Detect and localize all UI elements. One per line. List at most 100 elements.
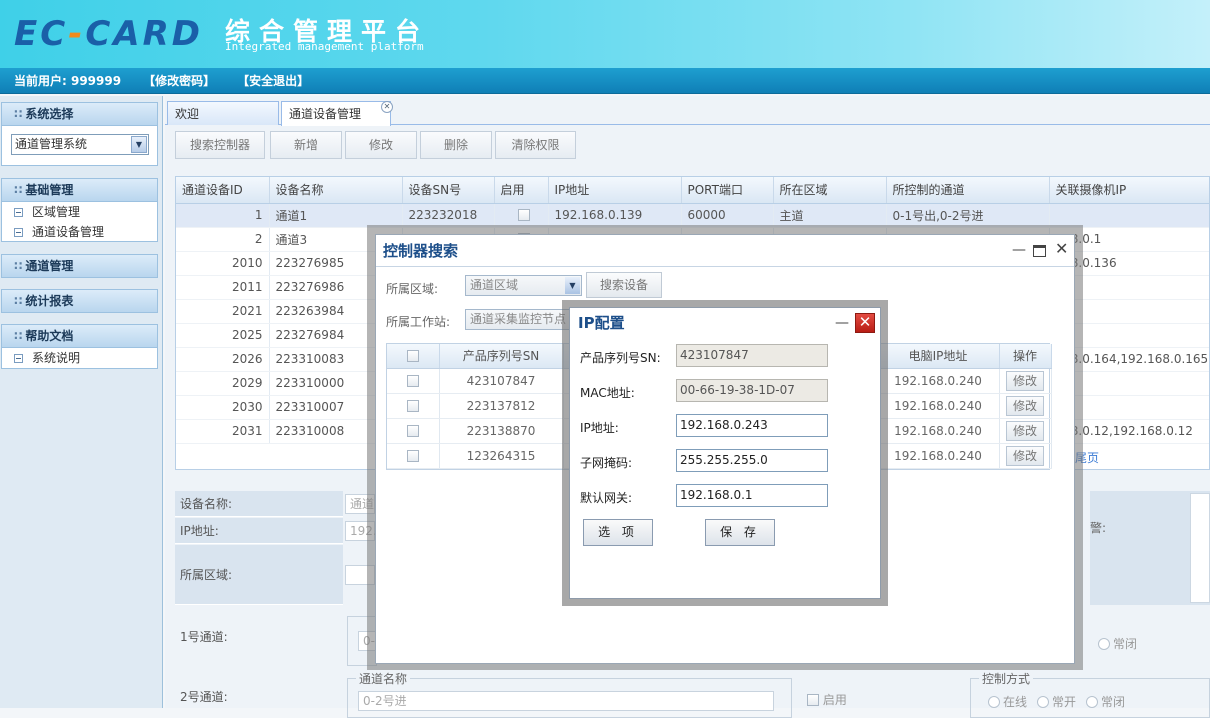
dialog-title: IP配置 xyxy=(578,314,625,332)
table-cell: 2031 xyxy=(176,419,270,444)
dialog-title: 控制器搜索 xyxy=(376,235,1074,267)
edit-row-button[interactable]: 修改 xyxy=(1006,370,1044,391)
change-password-link[interactable]: 【修改密码】 xyxy=(143,68,215,93)
clear-permissions-button[interactable]: 清除权限 xyxy=(495,131,576,159)
sn-label: 产品序列号SN: xyxy=(580,351,661,365)
tab-welcome[interactable]: 欢迎 xyxy=(167,101,279,125)
add-button[interactable]: 新增 xyxy=(270,131,342,159)
options-button[interactable]: 选 项 xyxy=(583,519,653,546)
table-cell: 2026 xyxy=(176,347,270,372)
sn-cell: 423107847 xyxy=(439,368,564,394)
sidebar-item-system-doc[interactable]: 系统说明 xyxy=(2,348,157,368)
sidebar-section-channel[interactable]: 通道管理 xyxy=(1,254,158,278)
gateway-label: 默认网关: xyxy=(580,491,633,505)
sn-cell: 223138870 xyxy=(439,418,564,444)
ip-label: IP地址: xyxy=(580,421,619,435)
pc-ip-cell: 192.168.0.240 xyxy=(877,443,1000,469)
search-controller-button[interactable]: 搜索控制器 xyxy=(175,131,265,159)
radio-normal-closed[interactable] xyxy=(1086,696,1099,708)
right-field-label: 警: xyxy=(1090,521,1107,535)
column-header[interactable]: 关联摄像机IP xyxy=(1049,177,1209,204)
table-row[interactable]: 1 通道1 223232018 192.168.0.139 60000 主道 0-1号出,0… xyxy=(176,203,1209,228)
sidebar-item-channel-device[interactable]: 通道设备管理 xyxy=(2,222,157,242)
ip-label: IP地址: xyxy=(175,518,343,544)
enable-checkbox[interactable] xyxy=(518,209,530,221)
ec-card-logo: EC-CARD xyxy=(14,14,203,54)
sn-cell: 223137812 xyxy=(439,393,564,419)
chevron-down-icon[interactable]: ▼ xyxy=(565,277,580,294)
current-user: 当前用户: 999999 xyxy=(14,74,122,88)
pc-ip-cell: 192.168.0.240 xyxy=(877,368,1000,394)
close-tab-icon[interactable]: ✕ xyxy=(381,101,393,113)
edit-row-button[interactable]: 修改 xyxy=(1006,420,1044,441)
column-header[interactable]: 启用 xyxy=(494,177,549,204)
select-all-checkbox[interactable] xyxy=(406,349,419,362)
column-header[interactable]: 所控制的通道 xyxy=(886,177,1050,204)
sidebar-section-help[interactable]: 帮助文档 xyxy=(1,324,158,348)
enable-checkbox[interactable]: 启用 xyxy=(807,691,847,708)
column-header[interactable]: 设备名称 xyxy=(269,177,403,204)
row-checkbox[interactable] xyxy=(406,374,419,387)
radio-online[interactable] xyxy=(988,696,1000,708)
mac-label: MAC地址: xyxy=(580,386,635,400)
table-cell: 0-1号出,0-2号进 xyxy=(886,203,1050,228)
table-cell: 192.168.0.139 xyxy=(548,203,682,228)
table-cell: 2029 xyxy=(176,371,270,396)
sidebar-help-list: 系统说明 xyxy=(1,348,158,369)
table-cell: 223232018 xyxy=(402,203,495,228)
tab-channel-device[interactable]: 通道设备管理 ✕ xyxy=(281,101,393,126)
table-cell: 主道 xyxy=(773,203,887,228)
system-select-value: 通道管理系统 xyxy=(15,137,88,151)
close-icon[interactable]: ✕ xyxy=(1055,241,1068,257)
channel1-mode[interactable]: 常闭 xyxy=(1095,635,1137,652)
subnet-mask-field[interactable]: 255.255.255.0 xyxy=(676,449,828,472)
delete-button[interactable]: 删除 xyxy=(420,131,492,159)
table-cell xyxy=(1049,203,1209,228)
channel2-input[interactable]: 0-2号进 xyxy=(358,691,774,711)
row-checkbox[interactable] xyxy=(406,424,419,437)
station-label: 所属工作站: xyxy=(386,315,451,329)
gateway-field[interactable]: 192.168.0.1 xyxy=(676,484,828,507)
column-header[interactable]: IP地址 xyxy=(548,177,682,204)
ip-field[interactable]: 192.168.0.243 xyxy=(676,414,828,437)
pc-ip-cell: 192.168.0.240 xyxy=(877,418,1000,444)
col-op: 操作 xyxy=(999,344,1052,369)
logout-link[interactable]: 【安全退出】 xyxy=(237,68,309,93)
area-select[interactable]: 通道区域 ▼ xyxy=(465,275,582,296)
sidebar-section-basic[interactable]: 基础管理 xyxy=(1,178,158,202)
save-button[interactable]: 保 存 xyxy=(705,519,775,546)
minimize-icon[interactable]: — xyxy=(835,316,849,330)
minimize-icon[interactable]: — xyxy=(1012,243,1026,257)
sidebar: 系统选择 通道管理系统 ▼ 基础管理 区域管理 通道设备管理 通道管理 统计报表… xyxy=(0,96,163,708)
maximize-icon[interactable] xyxy=(1033,245,1046,257)
column-header[interactable]: 所在区域 xyxy=(773,177,887,204)
edit-row-button[interactable]: 修改 xyxy=(1006,445,1044,466)
table-cell: 通道1 xyxy=(269,203,403,228)
close-icon[interactable]: ✕ xyxy=(855,313,875,333)
table-cell: 2010 xyxy=(176,251,270,276)
edit-row-button[interactable]: 修改 xyxy=(1006,395,1044,416)
search-device-button[interactable]: 搜索设备 xyxy=(586,272,662,298)
system-select-panel: 通道管理系统 ▼ xyxy=(1,126,158,166)
sidebar-section-stats[interactable]: 统计报表 xyxy=(1,289,158,313)
sidebar-basic-list: 区域管理 通道设备管理 xyxy=(1,202,158,242)
column-header[interactable]: 设备SN号 xyxy=(402,177,495,204)
column-header[interactable]: PORT端口 xyxy=(681,177,774,204)
row-checkbox[interactable] xyxy=(406,449,419,462)
tree-node-icon xyxy=(14,228,23,237)
sidebar-item-area[interactable]: 区域管理 xyxy=(2,202,157,222)
table-cell: 2030 xyxy=(176,395,270,420)
edit-button[interactable]: 修改 xyxy=(345,131,417,159)
col-pc-ip: 电脑IP地址 xyxy=(877,344,1000,369)
chevron-down-icon[interactable]: ▼ xyxy=(131,136,147,153)
row-checkbox[interactable] xyxy=(406,399,419,412)
system-select[interactable]: 通道管理系统 ▼ xyxy=(11,134,149,155)
toolbar: 搜索控制器 新增 修改 删除 清除权限 xyxy=(165,126,1210,162)
user-bar: 当前用户: 999999 【修改密码】 【安全退出】 xyxy=(0,68,1210,94)
app-header: EC-CARD 综合管理平台 Integrated management pla… xyxy=(0,0,1210,68)
area-label: 所属区域: xyxy=(175,545,343,605)
tab-strip: 欢迎 通道设备管理 ✕ xyxy=(165,101,1210,126)
sidebar-section-system[interactable]: 系统选择 xyxy=(1,102,158,126)
radio-normal-open[interactable] xyxy=(1037,696,1050,708)
column-header[interactable]: 通道设备ID xyxy=(176,177,270,204)
